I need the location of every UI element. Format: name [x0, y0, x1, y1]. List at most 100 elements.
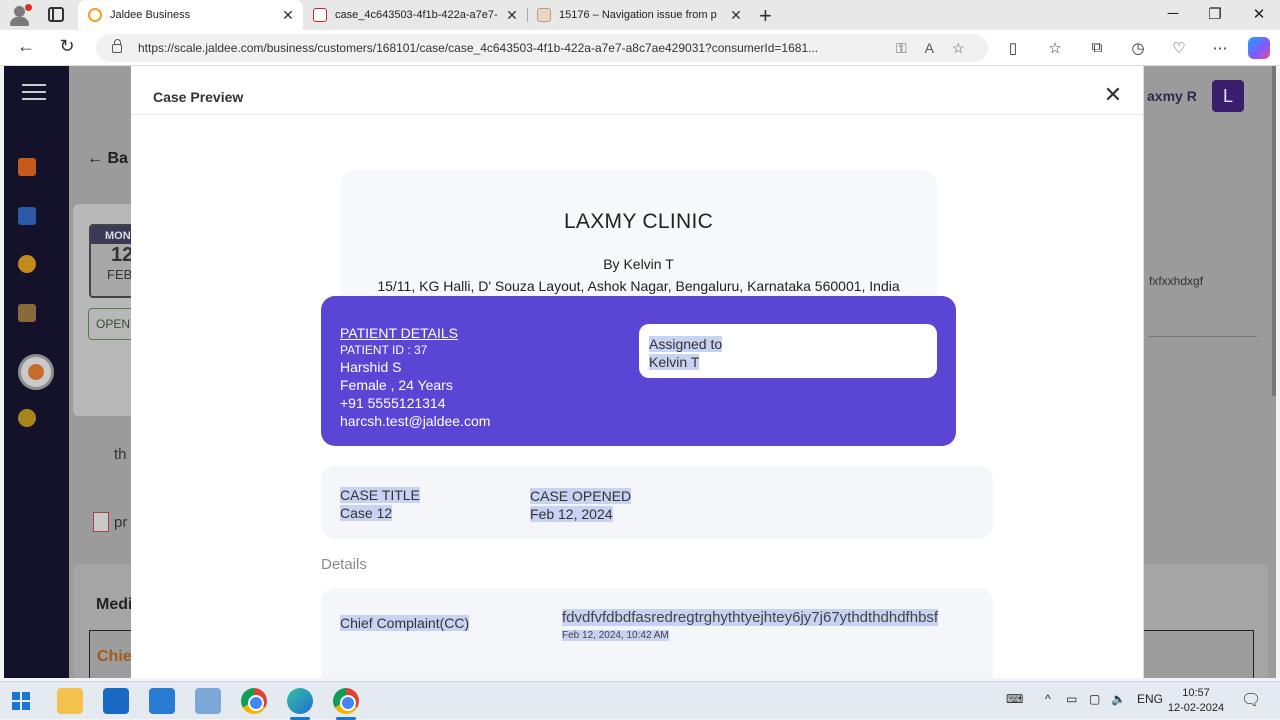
bg-text-th: th: [114, 446, 127, 463]
pdf-file-icon[interactable]: [93, 512, 109, 532]
windows-taskbar: ⌨ ^ ▭ ▢ 🔈 ENG 10:57 12-02-2024 🗨: [0, 681, 1280, 720]
chief-complaint-timestamp: Feb 12, 2024, 10:42 AM: [562, 630, 669, 641]
history-icon[interactable]: ◷: [1127, 39, 1149, 57]
favorite-star-icon[interactable]: ☆: [952, 40, 965, 57]
language-indicator[interactable]: ENG: [1137, 692, 1163, 706]
laptop-app-icon[interactable]: [195, 688, 221, 714]
user-avatar-icon[interactable]: [18, 354, 54, 390]
tab-navigation-issue[interactable]: 15176 – Navigation issue from p ✕: [527, 0, 751, 30]
tab-title: Jaldee Business: [110, 9, 191, 21]
collections-icon[interactable]: ⧉: [1086, 39, 1108, 56]
pdf-favicon-icon: [313, 8, 327, 22]
key-icon[interactable]: ⚿: [896, 40, 907, 57]
system-clock[interactable]: 10:57 12-02-2024: [1164, 686, 1228, 716]
menu-icon[interactable]: [22, 84, 46, 100]
close-window-icon[interactable]: ✕: [1249, 5, 1269, 23]
calendar-icon[interactable]: [18, 207, 36, 225]
patient-id: PATIENT ID : 37: [340, 343, 428, 357]
address-bar-row: ← ↻ https://scale.jaldee.com/business/cu…: [0, 30, 1280, 66]
url-text[interactable]: https://scale.jaldee.com/business/custom…: [138, 41, 878, 55]
details-card: Chief Complaint(CC) fdvdfvfdbdfasredregt…: [321, 588, 993, 678]
bg-text-pr: pr: [114, 514, 128, 531]
clinic-name: LAXMY CLINIC: [563, 210, 714, 233]
user-name[interactable]: axmy R: [1147, 88, 1197, 104]
battery-icon[interactable]: ▭: [1066, 692, 1077, 706]
details-heading: Details: [321, 556, 367, 573]
bg-medi-heading: Medi: [96, 596, 133, 613]
mail-icon[interactable]: [149, 688, 175, 714]
jaldee-favicon-icon: [88, 8, 102, 22]
file-explorer-icon[interactable]: [57, 688, 83, 714]
profile-icon[interactable]: [8, 4, 32, 26]
case-title-label: CASE TITLE: [340, 487, 420, 503]
refresh-icon[interactable]: ↻: [55, 36, 79, 57]
back-icon[interactable]: ←: [14, 36, 38, 57]
chrome-icon-2[interactable]: [333, 688, 359, 714]
tab-actions-icon[interactable]: [48, 7, 64, 22]
patient-email: harcsh.test@jaldee.com: [340, 413, 491, 429]
restore-icon[interactable]: ❐: [1205, 5, 1225, 23]
tab-close-icon[interactable]: ✕: [281, 7, 295, 24]
app-sidebar: [4, 66, 69, 678]
finance-icon[interactable]: [18, 304, 36, 322]
modal-header: Case Preview ✕: [131, 66, 1144, 115]
patient-name: Harshid S: [340, 359, 402, 375]
chief-complaint-text: fdvdfvfdbdfasredregtrghythtyejhtey6jy7j6…: [562, 609, 939, 626]
alarm-icon[interactable]: [18, 255, 36, 273]
calendar-date: 12: [111, 244, 134, 266]
windows-start-icon[interactable]: [12, 692, 30, 710]
new-tab-icon[interactable]: +: [759, 3, 772, 29]
case-opened-label: CASE OPENED: [530, 488, 632, 504]
page-scrollbar[interactable]: [1272, 66, 1276, 396]
keyboard-icon[interactable]: ⌨: [1006, 692, 1023, 706]
tab-close-icon[interactable]: ✕: [505, 7, 519, 24]
calendar-widget: MON 12 FEB: [89, 224, 137, 298]
assigned-to-value: Kelvin T: [649, 354, 700, 370]
minimize-icon[interactable]: ─: [1163, 5, 1183, 22]
patient-gender-age: Female , 24 Years: [340, 377, 453, 393]
assigned-to-box: Assigned to Kelvin T: [639, 324, 937, 378]
favorites-icon[interactable]: ☆: [1044, 39, 1066, 57]
back-link[interactable]: ← Ba: [87, 150, 128, 168]
tab-case-pdf[interactable]: case_4c643503-4f1b-422a-a7e7- ✕: [303, 0, 527, 30]
address-bar[interactable]: https://scale.jaldee.com/business/custom…: [96, 34, 988, 62]
settings-gear-icon[interactable]: [18, 409, 36, 427]
case-opened-value: Feb 12, 2024: [530, 506, 613, 522]
bg-chie-text: Chie: [97, 648, 132, 665]
modal-scrollbar[interactable]: [1143, 66, 1144, 678]
chief-complaint-label: Chief Complaint(CC): [340, 615, 470, 631]
close-icon[interactable]: ✕: [1101, 84, 1125, 108]
patient-phone: +91 5555121314: [340, 395, 446, 411]
calendar-day: MON: [91, 226, 135, 244]
tab-jaldee-business[interactable]: Jaldee Business ✕: [78, 0, 303, 30]
read-aloud-icon[interactable]: A: [925, 40, 934, 56]
patient-details-card: PATIENT DETAILS PATIENT ID : 37 Harshid …: [321, 296, 956, 446]
clock-date: 12-02-2024: [1167, 702, 1225, 714]
chrome-icon[interactable]: [241, 688, 267, 714]
clinic-address: 15/11, KG Halli, D' Souza Layout, Ashok …: [377, 278, 900, 294]
volume-icon[interactable]: 🔈: [1111, 692, 1126, 706]
lock-icon[interactable]: [112, 38, 122, 53]
show-hidden-icons-icon[interactable]: ^: [1045, 692, 1051, 706]
browser-tab-strip: Jaldee Business ✕ case_4c643503-4f1b-422…: [0, 0, 1280, 30]
case-info-card: CASE TITLE Case 12 CASE OPENED Feb 12, 2…: [321, 466, 993, 539]
clinic-doctor: By Kelvin T: [603, 256, 674, 272]
store-icon[interactable]: [103, 688, 129, 714]
copilot-icon[interactable]: [1248, 37, 1270, 59]
calendar-month: FEB: [107, 267, 133, 282]
assigned-to-label: Assigned to: [649, 336, 723, 352]
tab-title: 15176 – Navigation issue from p: [559, 9, 717, 21]
notifications-icon[interactable]: 🗨: [1241, 690, 1261, 710]
back-label: Ba: [107, 150, 128, 167]
tab-close-icon[interactable]: ✕: [729, 7, 743, 24]
tab-title: case_4c643503-4f1b-422a-a7e7-: [335, 9, 498, 21]
more-menu-icon[interactable]: ⋯: [1209, 39, 1231, 57]
split-screen-icon[interactable]: ▯: [1002, 39, 1024, 57]
clock-time: 10:57: [1182, 687, 1210, 699]
edge-icon[interactable]: [287, 688, 313, 714]
home-icon[interactable]: [18, 158, 36, 176]
performance-icon[interactable]: ♡: [1168, 39, 1190, 57]
network-icon[interactable]: ▢: [1089, 692, 1100, 706]
modal-title: Case Preview: [153, 89, 244, 105]
user-initial-avatar[interactable]: L: [1212, 80, 1244, 112]
